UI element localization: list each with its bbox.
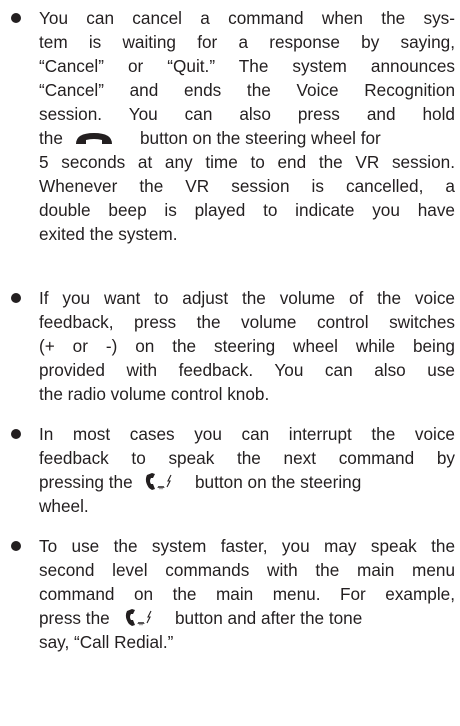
phone-talk-icon [145,473,172,490]
text-fragment: button and after the tone [175,608,363,628]
text-line: “Cancel” or “Quit.” The system announces [39,56,455,76]
text-line: command on the main menu. For example, [39,584,455,604]
text-line: Whenever the VR session is cancelled, a [39,176,455,196]
text-line: say, “Call Redial.” [39,632,174,652]
text-line: pressing the button on the steering [39,470,455,494]
bullet-dot [11,13,21,23]
text-fragment: the [39,128,63,148]
bullet-item-faster: To use the system faster, you may speak … [0,534,460,678]
bullet-item-cancel: You can cancel a command when the sys- t… [0,6,460,270]
text-line: To use the system faster, you may speak … [39,536,455,556]
text-line: 5 seconds at any time to end the VR sess… [39,152,455,172]
text-line: session. You can also press and hold [39,104,455,124]
text-line: double beep is played to indicate you ha… [39,200,455,220]
text-line: wheel. [39,496,89,516]
bullet-dot [11,429,21,439]
text-line: tem is waiting for a response by saying, [39,32,455,52]
bullet-item-volume: If you want to adjust the volume of the … [0,286,460,406]
text-line: “Cancel” and ends the Voice Recognition [39,80,455,100]
bullet-dot [11,293,21,303]
text-fragment: pressing the [39,472,133,492]
phone-hang-up-icon [76,133,112,144]
text-line: exited the system. [39,224,178,244]
text-fragment: button on the steering wheel for [140,128,381,148]
text-line: In most cases you can interrupt the voic… [39,424,455,444]
text-fragment: button on the steering [195,472,362,492]
text-line: provided with feedback. You can also use [39,360,455,380]
bullet-item-interrupt: In most cases you can interrupt the voic… [0,422,460,518]
text-line: second level commands with the main menu [39,560,455,580]
phone-talk-icon [125,609,152,626]
manual-page: You can cancel a command when the sys- t… [0,0,460,681]
text-line: (+ or -) on the steering wheel while bei… [39,336,455,356]
text-line: feedback to speak the next command by [39,448,455,468]
text-line: the button on the steering wheel for [39,126,455,150]
text-line: You can cancel a command when the sys- [39,8,455,28]
text-line: If you want to adjust the volume of the … [39,288,455,308]
bullet-dot [11,541,21,551]
text-line: feedback, press the volume control switc… [39,312,455,332]
text-fragment: press the [39,608,110,628]
text-line: the radio volume control knob. [39,384,270,404]
text-line: press the button and after the tone [39,606,455,630]
